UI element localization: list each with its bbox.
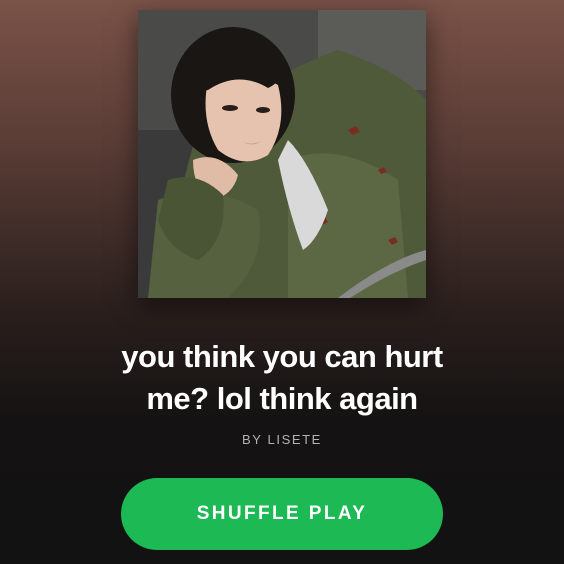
playlist-owner-byline[interactable]: BY LISETE: [0, 432, 564, 447]
playlist-title: you think you can hurt me? lol think aga…: [0, 336, 564, 420]
shuffle-play-button[interactable]: SHUFFLE PLAY: [121, 478, 443, 550]
playlist-title-line-2: me? lol think again: [146, 381, 418, 416]
playlist-title-line-1: you think you can hurt: [121, 339, 443, 374]
playlist-cover-image: [138, 10, 426, 298]
